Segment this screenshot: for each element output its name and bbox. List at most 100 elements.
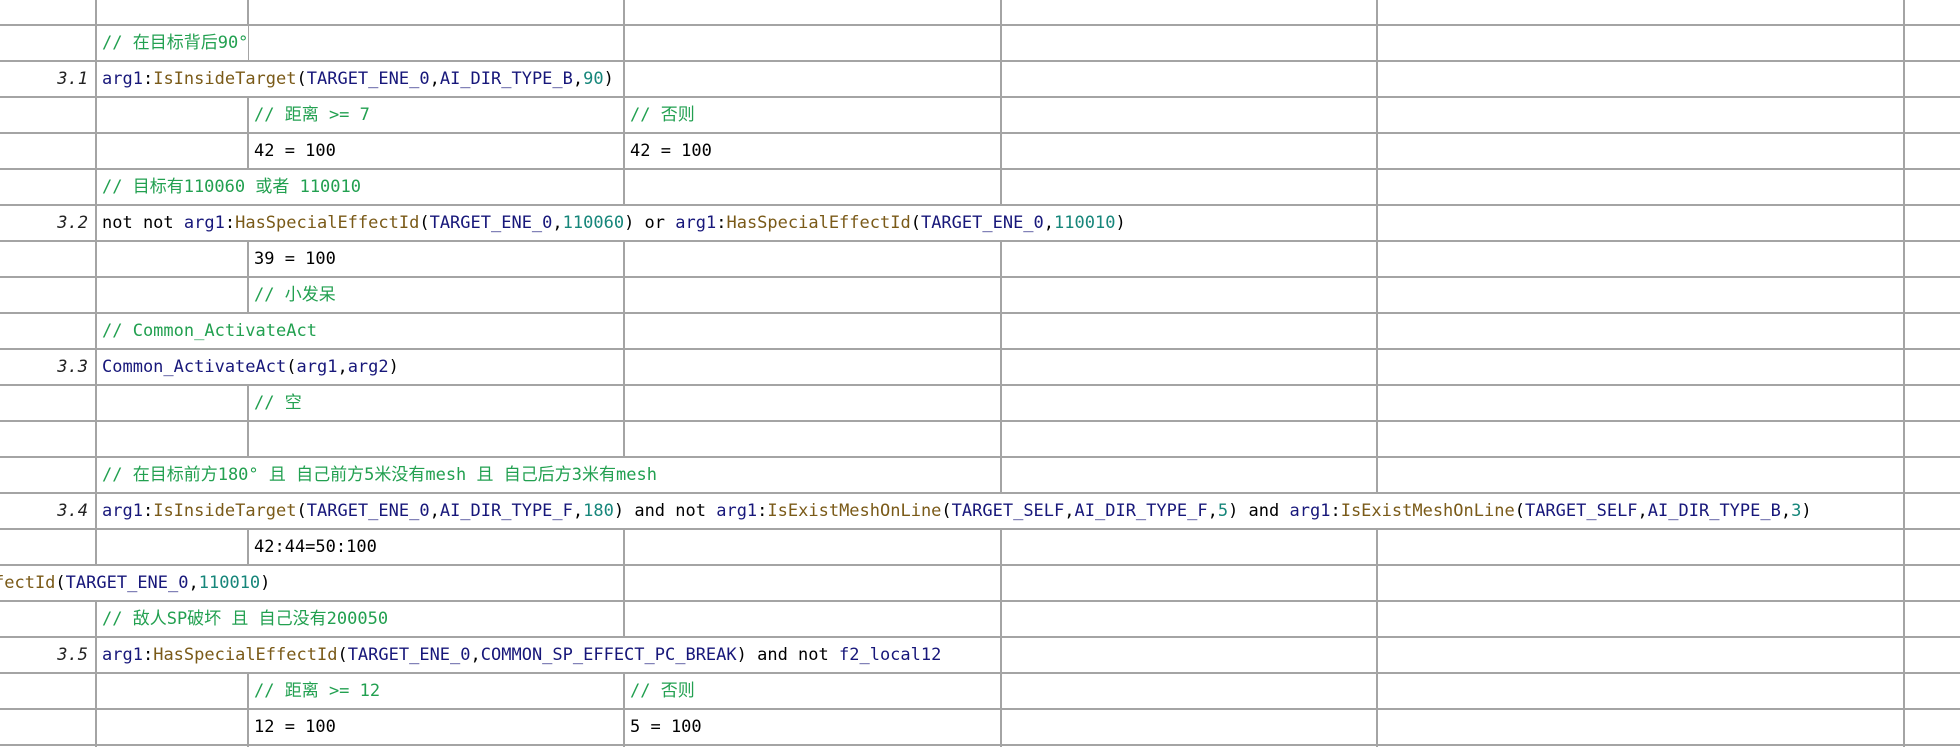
code-token: ( [1514,501,1525,521]
sheet-cell-c[interactable]: // 距离 >= 7 [254,98,370,132]
code-token: ) and [1228,501,1290,521]
code-token: arg1 [102,69,143,89]
code-token: arg1 [296,357,338,377]
code-token: : [142,69,154,89]
code-token: IsInsideTarget [153,501,297,521]
sheet-cell-a[interactable]: fectId(TARGET_ENE_0,110010) [0,566,271,600]
row-number-cell[interactable]: 3.1 [0,62,88,96]
code-token: , [1043,213,1055,233]
sheet-cell-d[interactable]: // 否则 [630,674,695,708]
code-token: HasSpecialEffectId [726,213,911,233]
code-comment: // 在目标前方180° 且 自己前方5米没有mesh 且 自己后方3米有mes… [102,465,657,485]
sheet-cell-c[interactable]: // 距离 >= 12 [254,674,381,708]
sheet-cell-d[interactable]: 42 = 100 [630,134,712,168]
row-divider [0,564,1960,566]
row-divider [0,420,1960,422]
sheet-cell-b[interactable]: arg1:HasSpecialEffectId(TARGET_ENE_0,COM… [102,638,942,672]
code-token: 5 = 100 [630,717,702,737]
row-divider [0,744,1960,746]
code-token: , [552,213,563,233]
code-token: TARGET_SELF [1524,501,1638,521]
code-token: not not [102,213,184,233]
code-token: , [1207,501,1218,521]
code-token: AI_DIR_TYPE_F [439,501,573,521]
code-token: ) or [624,213,676,233]
code-token: 39 = 100 [254,249,336,269]
code-token: HasSpecialEffectId [153,645,338,665]
code-token: IsExistMeshOnLine [767,501,942,521]
row-number-cell[interactable]: 3.2 [0,206,88,240]
code-comment: // 否则 [630,105,695,125]
code-token: 3 [1791,501,1802,521]
code-comment: // 距离 >= 7 [254,105,370,125]
sheet-cell-c[interactable]: // 空 [254,386,302,420]
code-comment: // 在目标背后90° [102,33,249,53]
code-token: AI_DIR_TYPE_B [439,69,573,89]
code-token: 110010 [198,573,261,593]
code-token: arg1 [1289,501,1331,521]
code-token: , [429,69,440,89]
sheet-cell-b[interactable]: // 在目标前方180° 且 自己前方5米没有mesh 且 自己后方3米有mes… [102,458,657,492]
code-token: TARGET_ENE_0 [429,213,553,233]
sheet-cell-d[interactable]: // 否则 [630,98,695,132]
code-comment: // 敌人SP破坏 且 自己没有200050 [102,609,389,629]
code-token: ( [337,645,348,665]
code-token: AI_DIR_TYPE_F [1074,501,1208,521]
sheet-cell-b[interactable]: arg1:IsInsideTarget(TARGET_ENE_0,AI_DIR_… [102,62,614,96]
code-token: ) [260,573,271,593]
sheet-cell-b[interactable]: arg1:IsInsideTarget(TARGET_ENE_0,AI_DIR_… [102,494,1812,528]
sheet-cell-c[interactable]: 42:44=50:100 [254,530,377,564]
sheet-cell-b[interactable]: // 敌人SP破坏 且 自己没有200050 [102,602,389,636]
column-divider [95,0,97,747]
code-token: , [470,645,481,665]
code-token: 12 = 100 [254,717,336,737]
code-token: AI_DIR_TYPE_B [1647,501,1781,521]
sheet-cell-b[interactable]: // Common_ActivateAct [102,314,317,348]
code-token: arg1 [102,501,143,521]
code-comment: // Common_ActivateAct [102,321,317,341]
sheet-cell-c[interactable]: 12 = 100 [254,710,336,744]
code-token: 5 [1217,501,1229,521]
code-comment: // 目标有110060 或者 110010 [102,177,361,197]
code-token: TARGET_ENE_0 [306,501,430,521]
code-token: HasSpecialEffectId [235,213,420,233]
code-token: 180 [583,501,614,521]
sheet-cell-b[interactable]: // 在目标背后90° [102,26,249,60]
code-token: arg1 [183,213,225,233]
code-token: : [224,213,236,233]
sheet-cell-c[interactable]: 42 = 100 [254,134,336,168]
sheet-cell-b[interactable]: not not arg1:HasSpecialEffectId(TARGET_E… [102,206,1126,240]
code-token: , [572,501,584,521]
row-number-cell[interactable]: 3.5 [0,638,88,672]
sheet-cell-b[interactable]: // 目标有110060 或者 110010 [102,170,361,204]
code-token: ( [286,357,297,377]
sheet-cell-c[interactable]: // 小发呆 [254,278,336,312]
code-token: f2_local12 [839,645,942,665]
code-token: IsInsideTarget [153,69,297,89]
code-token: arg2 [347,357,389,377]
code-token: , [337,357,348,377]
code-comment: // 距离 >= 12 [254,681,381,701]
code-token: 90 [583,69,604,89]
code-token: , [1064,501,1075,521]
row-number-cell[interactable]: 3.4 [0,494,88,528]
sheet-cell-c[interactable]: 39 = 100 [254,242,336,276]
code-comment: // 小发呆 [254,285,336,305]
code-token: ) [1115,213,1126,233]
code-token: Common_ActivateAct [102,357,287,377]
code-token: : [1330,501,1341,521]
sheet-cell-d[interactable]: 5 = 100 [630,710,702,744]
code-token: COMMON_SP_EFFECT_PC_BREAK [480,645,737,665]
code-token: ) [1801,501,1812,521]
code-token: ( [55,573,66,593]
code-token: TARGET_ENE_0 [306,69,430,89]
code-token: , [572,69,584,89]
code-comment: // 空 [254,393,302,413]
code-comment: // 否则 [630,681,695,701]
code-token: 42:44=50:100 [254,537,377,557]
code-token: , [429,501,440,521]
row-number-cell[interactable]: 3.3 [0,350,88,384]
sheet-cell-b[interactable]: Common_ActivateAct(arg1,arg2) [102,350,399,384]
column-divider [623,0,625,747]
code-token: ) [603,69,614,89]
